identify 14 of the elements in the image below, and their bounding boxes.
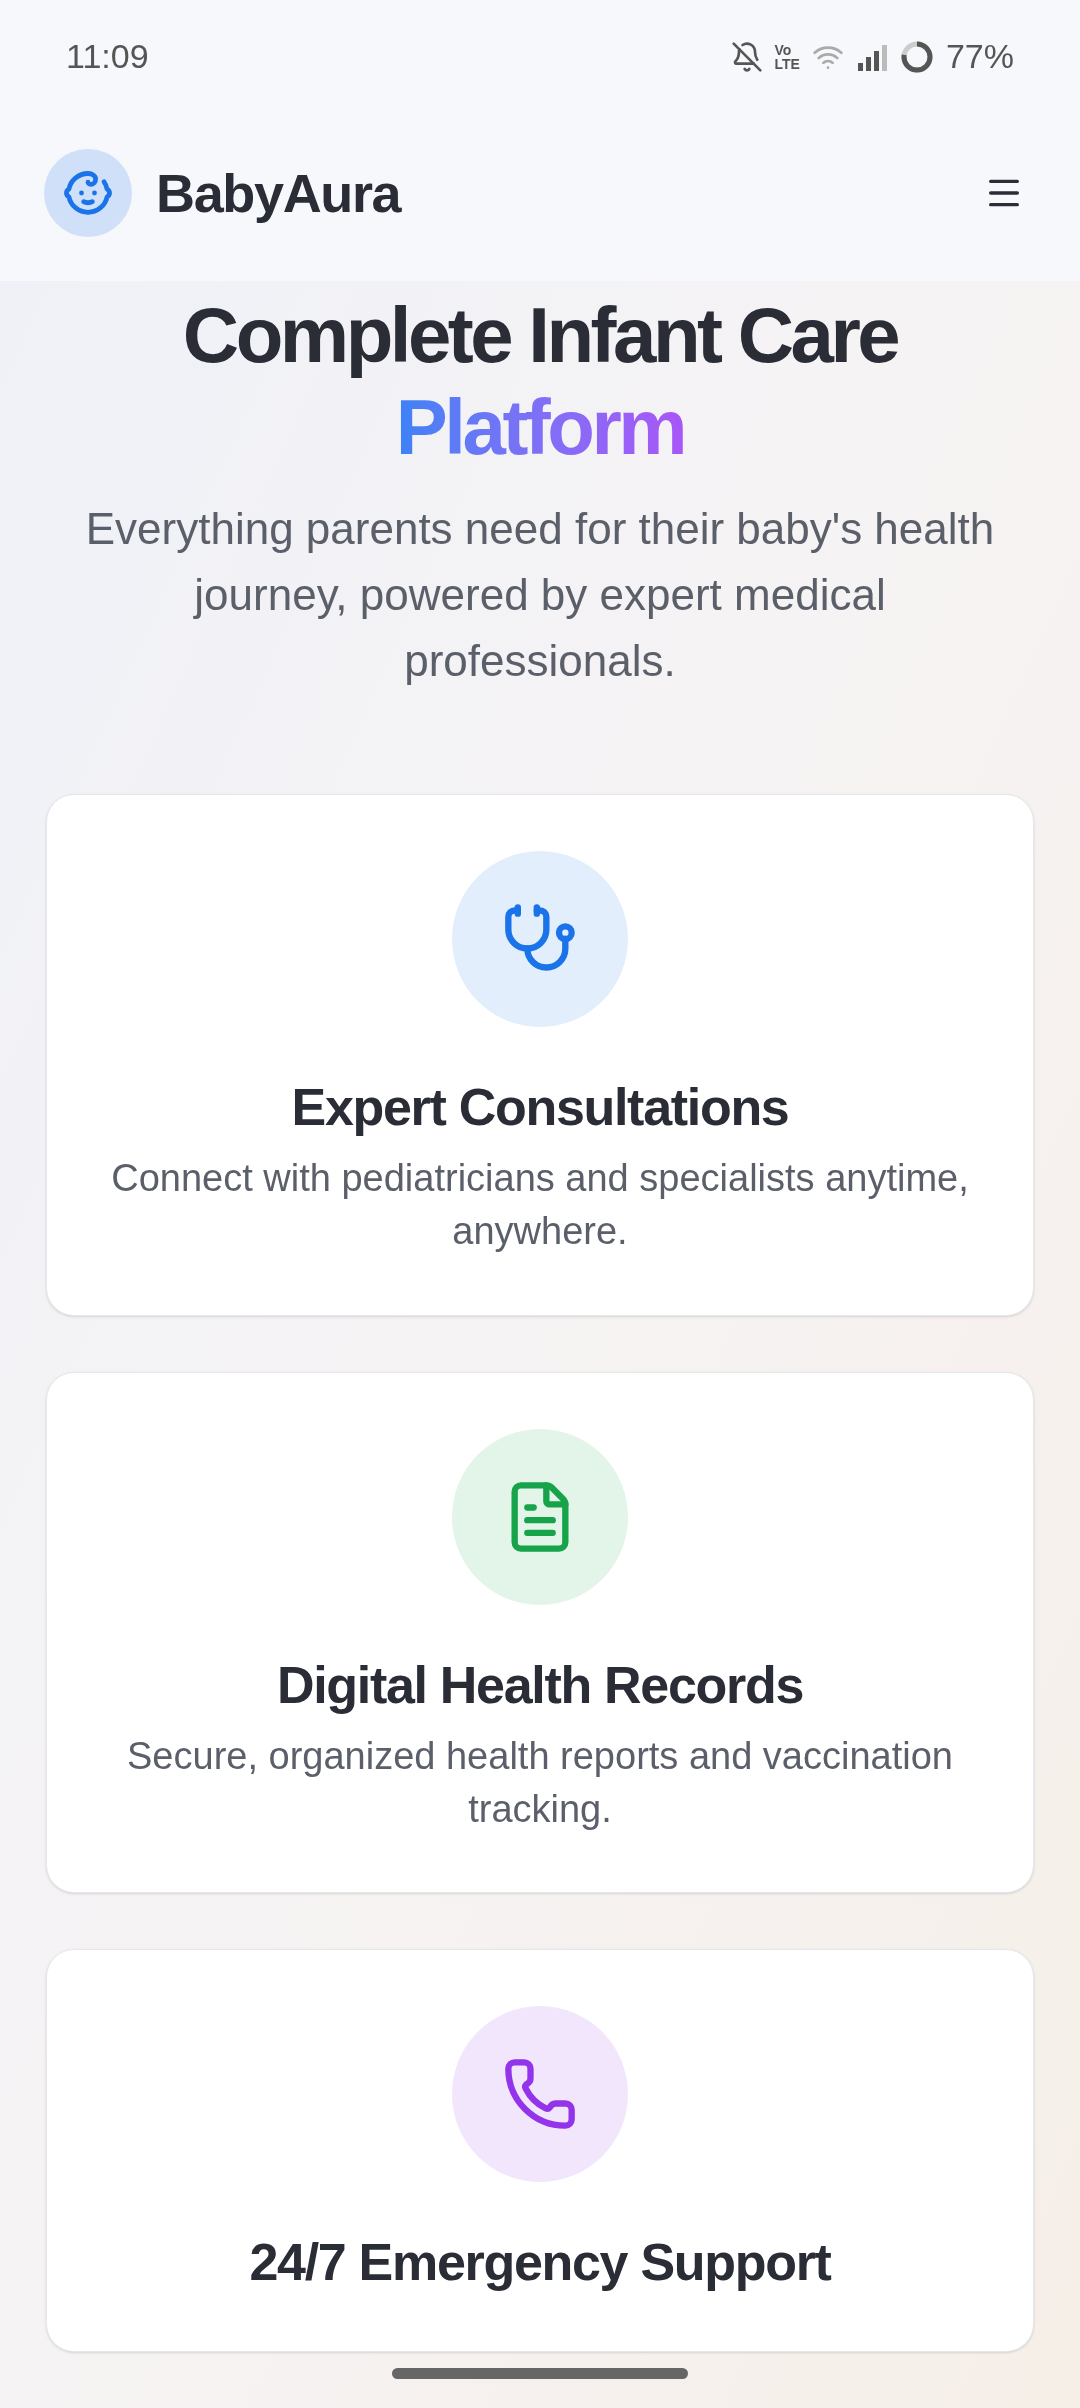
volte-label: Vo LTE [774,42,800,71]
feature-title: Digital Health Records [276,1654,804,1716]
signal-icon [855,42,888,71]
battery-percent: 77% [945,36,1014,77]
hero-title: Complete Infant Care [182,290,898,381]
feature-title: 24/7 Emergency Support [249,2232,831,2294]
feature-description: Connect with pediatricians and specialists anytime, anywhere. [110,1156,970,1255]
hero-subtitle: Everything parents need for their baby's health journey, powered by expert medical professionals. [84,503,996,688]
feature-title: Expert Consultations [291,1077,789,1139]
status-time: 11:09 [66,36,149,77]
feature-description: Secure, organized health reports and vaccination tracking. [126,1733,954,1832]
battery-ring-icon [899,39,934,74]
bell-off-icon [730,40,763,73]
brand-name: BabyAura [156,161,401,225]
